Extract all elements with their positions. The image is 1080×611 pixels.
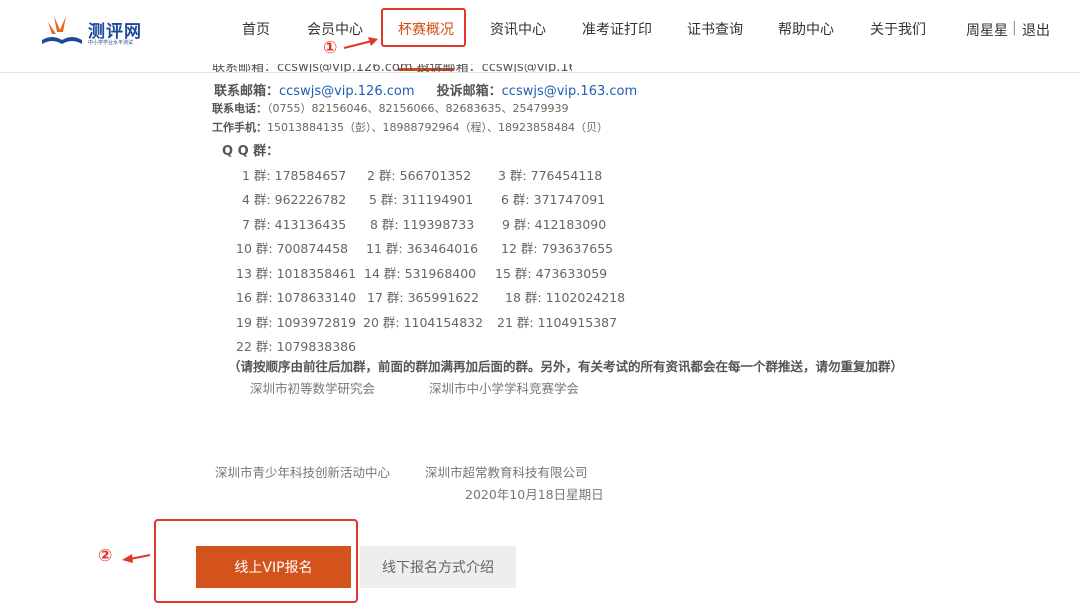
logo-subtitle: 中小学学业水平测试	[88, 40, 134, 46]
qq-group-item: 22 群: 1079838386	[236, 339, 357, 354]
phone-value: （0755）82156046、82156066、82683635、2547993…	[267, 102, 569, 115]
annotation-marker-1: ①	[323, 38, 338, 58]
contact-email-link[interactable]: ccswjs@vip.126.com	[279, 84, 414, 99]
qq-group-item: 16 群: 1078633140	[236, 290, 357, 305]
contact-mobile-row: 工作手机：15013884135（彭）、18988792964（程）、18923…	[212, 119, 608, 135]
publish-date: 2020年10月18日星期日	[465, 487, 604, 502]
qq-group-item: 1 群: 178584657	[242, 168, 347, 183]
org-youth-innovation-center: 深圳市青少年科技创新活动中心	[215, 465, 391, 480]
nav-about-us[interactable]: 关于我们	[870, 20, 926, 40]
top-navigation-bar: 测评网 中小学学业水平测试 首页 会员中心 杯赛概况 资讯中心 准考证打印 证书…	[0, 0, 1080, 73]
qq-group-item: 10 群: 700874458	[236, 241, 349, 256]
nav-admission-ticket-print[interactable]: 准考证打印	[582, 20, 652, 40]
qq-group-item: 21 群: 1104915387	[497, 315, 618, 330]
clipped-text-line: 联系邮箱：ccswjs@vip.126.com 投诉邮箱：ccswjs@vip.…	[212, 64, 572, 72]
contact-phone-row: 联系电话：（0755）82156046、82156066、82683635、25…	[212, 100, 568, 116]
user-name-link[interactable]: 周星星	[966, 20, 1008, 40]
qq-group-item: 17 群: 365991622	[367, 290, 480, 305]
qq-group-item: 15 群: 473633059	[495, 266, 608, 281]
mobile-value: 15013884135（彭）、18988792964（程）、1892385848…	[267, 121, 608, 134]
qq-group-item: 11 群: 363464016	[366, 241, 479, 256]
qq-group-item: 6 群: 371747091	[501, 192, 606, 207]
qq-group-title: Q Q 群：	[222, 144, 280, 159]
qq-group-item: 20 群: 1104154832	[363, 315, 484, 330]
qq-group-item: 19 群: 1093972819	[236, 315, 357, 330]
org-math-society: 深圳市初等数学研究会	[250, 381, 376, 396]
nav-help-center[interactable]: 帮助中心	[778, 20, 834, 40]
offline-register-info-button[interactable]: 线下报名方式介绍	[360, 546, 516, 588]
qq-group-item: 12 群: 793637655	[501, 241, 614, 256]
complaint-email-link[interactable]: ccswjs@vip.163.com	[502, 84, 637, 99]
online-vip-register-button[interactable]: 线上VIP报名	[196, 546, 351, 588]
user-separator: |	[1012, 20, 1017, 36]
phone-label: 联系电话：	[212, 102, 267, 115]
mobile-label: 工作手机：	[212, 121, 267, 134]
qq-group-item: 3 群: 776454118	[498, 168, 603, 183]
logout-link[interactable]: 退出	[1022, 20, 1050, 40]
qq-group-item: 8 群: 119398733	[370, 217, 475, 232]
qq-group-item: 9 群: 412183090	[502, 217, 607, 232]
annotation-arrow-1-icon	[343, 37, 378, 49]
join-group-notice: （请按顺序由前往后加群，前面的群加满再加后面的群。另外，有关考试的所有资讯都会在…	[228, 359, 904, 374]
qq-group-item: 7 群: 413136435	[242, 217, 347, 232]
qq-group-item: 13 群: 1018358461	[236, 266, 357, 281]
qq-group-item: 4 群: 962226782	[242, 192, 347, 207]
annotation-marker-2: ②	[98, 546, 113, 566]
qq-group-item: 2 群: 566701352	[367, 168, 472, 183]
nav-certificate-query[interactable]: 证书查询	[687, 20, 743, 40]
annotation-arrow-2-icon	[122, 554, 151, 563]
contact-email-row: 联系邮箱：ccswjs@vip.126.com 投诉邮箱：ccswjs@vip.…	[214, 80, 637, 99]
email-label: 联系邮箱：	[214, 84, 280, 99]
org-competition-society: 深圳市中小学学科竞赛学会	[429, 381, 580, 396]
nav-home[interactable]: 首页	[242, 20, 270, 40]
nav-news-center[interactable]: 资讯中心	[490, 20, 546, 40]
org-education-tech-company: 深圳市超常教育科技有限公司	[425, 465, 588, 480]
qq-group-item: 5 群: 311194901	[369, 192, 474, 207]
qq-group-item: 14 群: 531968400	[364, 266, 477, 281]
annotation-box-nav	[381, 8, 466, 47]
complaint-email-label: 投诉邮箱：	[436, 84, 502, 99]
qq-group-item: 18 群: 1102024218	[505, 290, 626, 305]
